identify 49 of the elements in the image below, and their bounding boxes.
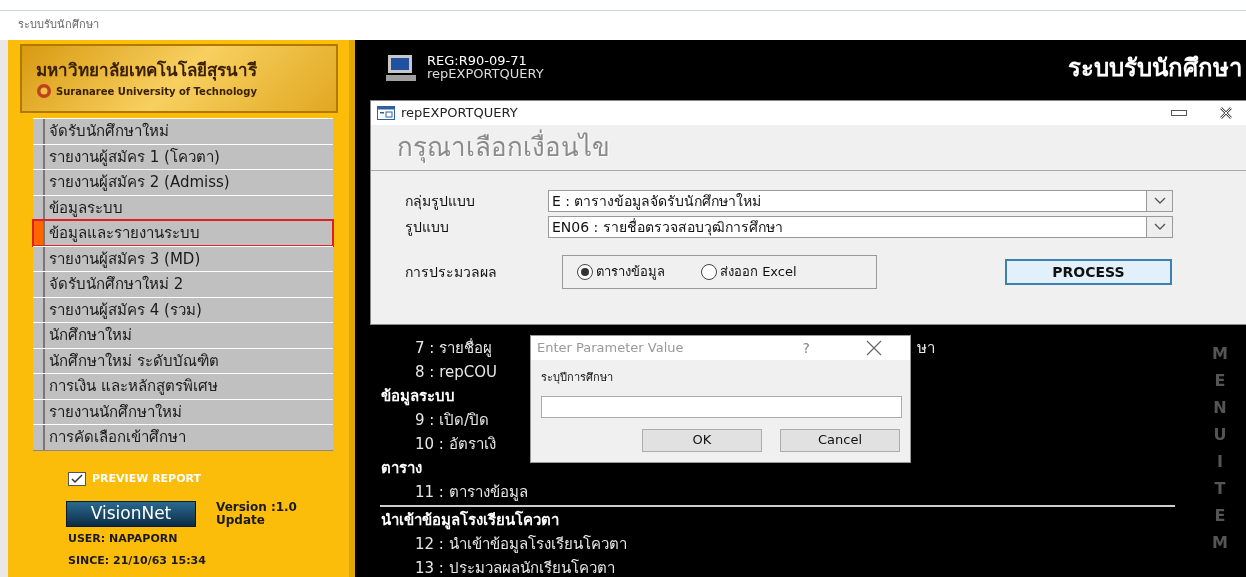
menu-list-item[interactable]: 13 : ประมวลผลนักเรียนโควตา — [415, 556, 615, 577]
preview-report-label: PREVIEW REPORT — [92, 470, 201, 487]
dialog-button[interactable]: Cancel — [780, 428, 900, 452]
minimize-icon[interactable] — [1171, 110, 1187, 116]
close-icon[interactable] — [866, 340, 882, 356]
university-name: มหาวิทยาลัยเทคโนโลยีสุรนารี — [36, 58, 258, 83]
university-subtitle: Suranaree University of Technology — [56, 84, 257, 99]
parameter-input[interactable] — [541, 395, 902, 418]
menu-list-item[interactable]: 7 : รายชื่อผู — [415, 336, 493, 360]
close-icon[interactable] — [1219, 107, 1233, 119]
menu-list-item[interactable]: 9 : เปิด/ปิด — [415, 408, 490, 432]
field-label: กลุ่มรูปแบบ — [405, 191, 476, 212]
menu-list-item[interactable]: 12 : นำเข้าข้อมูลโรงเรียนโควตา — [415, 532, 627, 556]
parameter-prompt: ระบุปีการศึกษา — [541, 370, 614, 386]
form-window-icon — [377, 106, 395, 120]
processing-label: การประมวลผล — [405, 262, 498, 282]
since-text: SINCE: 21/10/63 15:34 — [68, 552, 207, 569]
app-title: ระบบรับนักศึกษา — [1068, 53, 1242, 84]
format-dropdown[interactable]: E : ตารางข้อมูลจัดรับนักศึกษาใหม่ — [548, 190, 1173, 212]
menu-section-heading: นำเข้าข้อมูลโรงเรียนโควตา — [381, 509, 559, 532]
menu-section-heading: ตาราง — [381, 457, 422, 479]
output-radio[interactable]: ตารางข้อมูล — [577, 262, 665, 282]
window-title: ระบบรับนักศึกษา — [18, 17, 99, 34]
menu-section-heading: ข้อมูลระบบ — [381, 385, 455, 408]
dialog-title: Enter Parameter Value — [537, 339, 684, 358]
menu-list-item[interactable]: ษา — [917, 336, 935, 360]
dialog-button[interactable]: OK — [642, 428, 762, 452]
update-text: Update — [216, 514, 266, 527]
form-code: REG:R90-09-71 — [427, 54, 528, 67]
format-dropdown[interactable]: EN06 : รายชื่อตรวจสอบวุฒิการศึกษา — [548, 216, 1173, 238]
dropdown-chevron-icon — [1153, 197, 1166, 205]
menu-list-item[interactable]: 10 : อัตราเงิ — [415, 432, 496, 456]
dialog-heading: กรุณาเลือกเงื่อนไข — [397, 128, 610, 167]
visionnet-logo: VisionNet — [66, 501, 196, 527]
computer-icon — [385, 54, 417, 82]
menu-item-side-label: MENU ITEM — [1212, 343, 1228, 554]
university-emblem-icon — [36, 83, 52, 100]
menu-list-item[interactable]: 11 : ตารางข้อมูล — [415, 480, 528, 504]
process-button[interactable]: PROCESS — [1005, 259, 1172, 285]
help-button[interactable]: ? — [802, 337, 810, 359]
version-text: Version :1.0 — [216, 501, 297, 514]
dialog-title: repEXPORTQUERY — [401, 104, 518, 123]
output-radio[interactable]: ส่งออก Excel — [701, 262, 797, 282]
preview-report-checkbox[interactable] — [68, 471, 86, 486]
user-text: USER: NAPAPORN — [68, 531, 179, 547]
form-name: repEXPORTQUERY — [427, 67, 544, 80]
dropdown-chevron-icon — [1153, 223, 1166, 231]
field-label: รูปแบบ — [405, 217, 450, 238]
menu-list-item[interactable]: 8 : repCOU — [415, 360, 497, 384]
